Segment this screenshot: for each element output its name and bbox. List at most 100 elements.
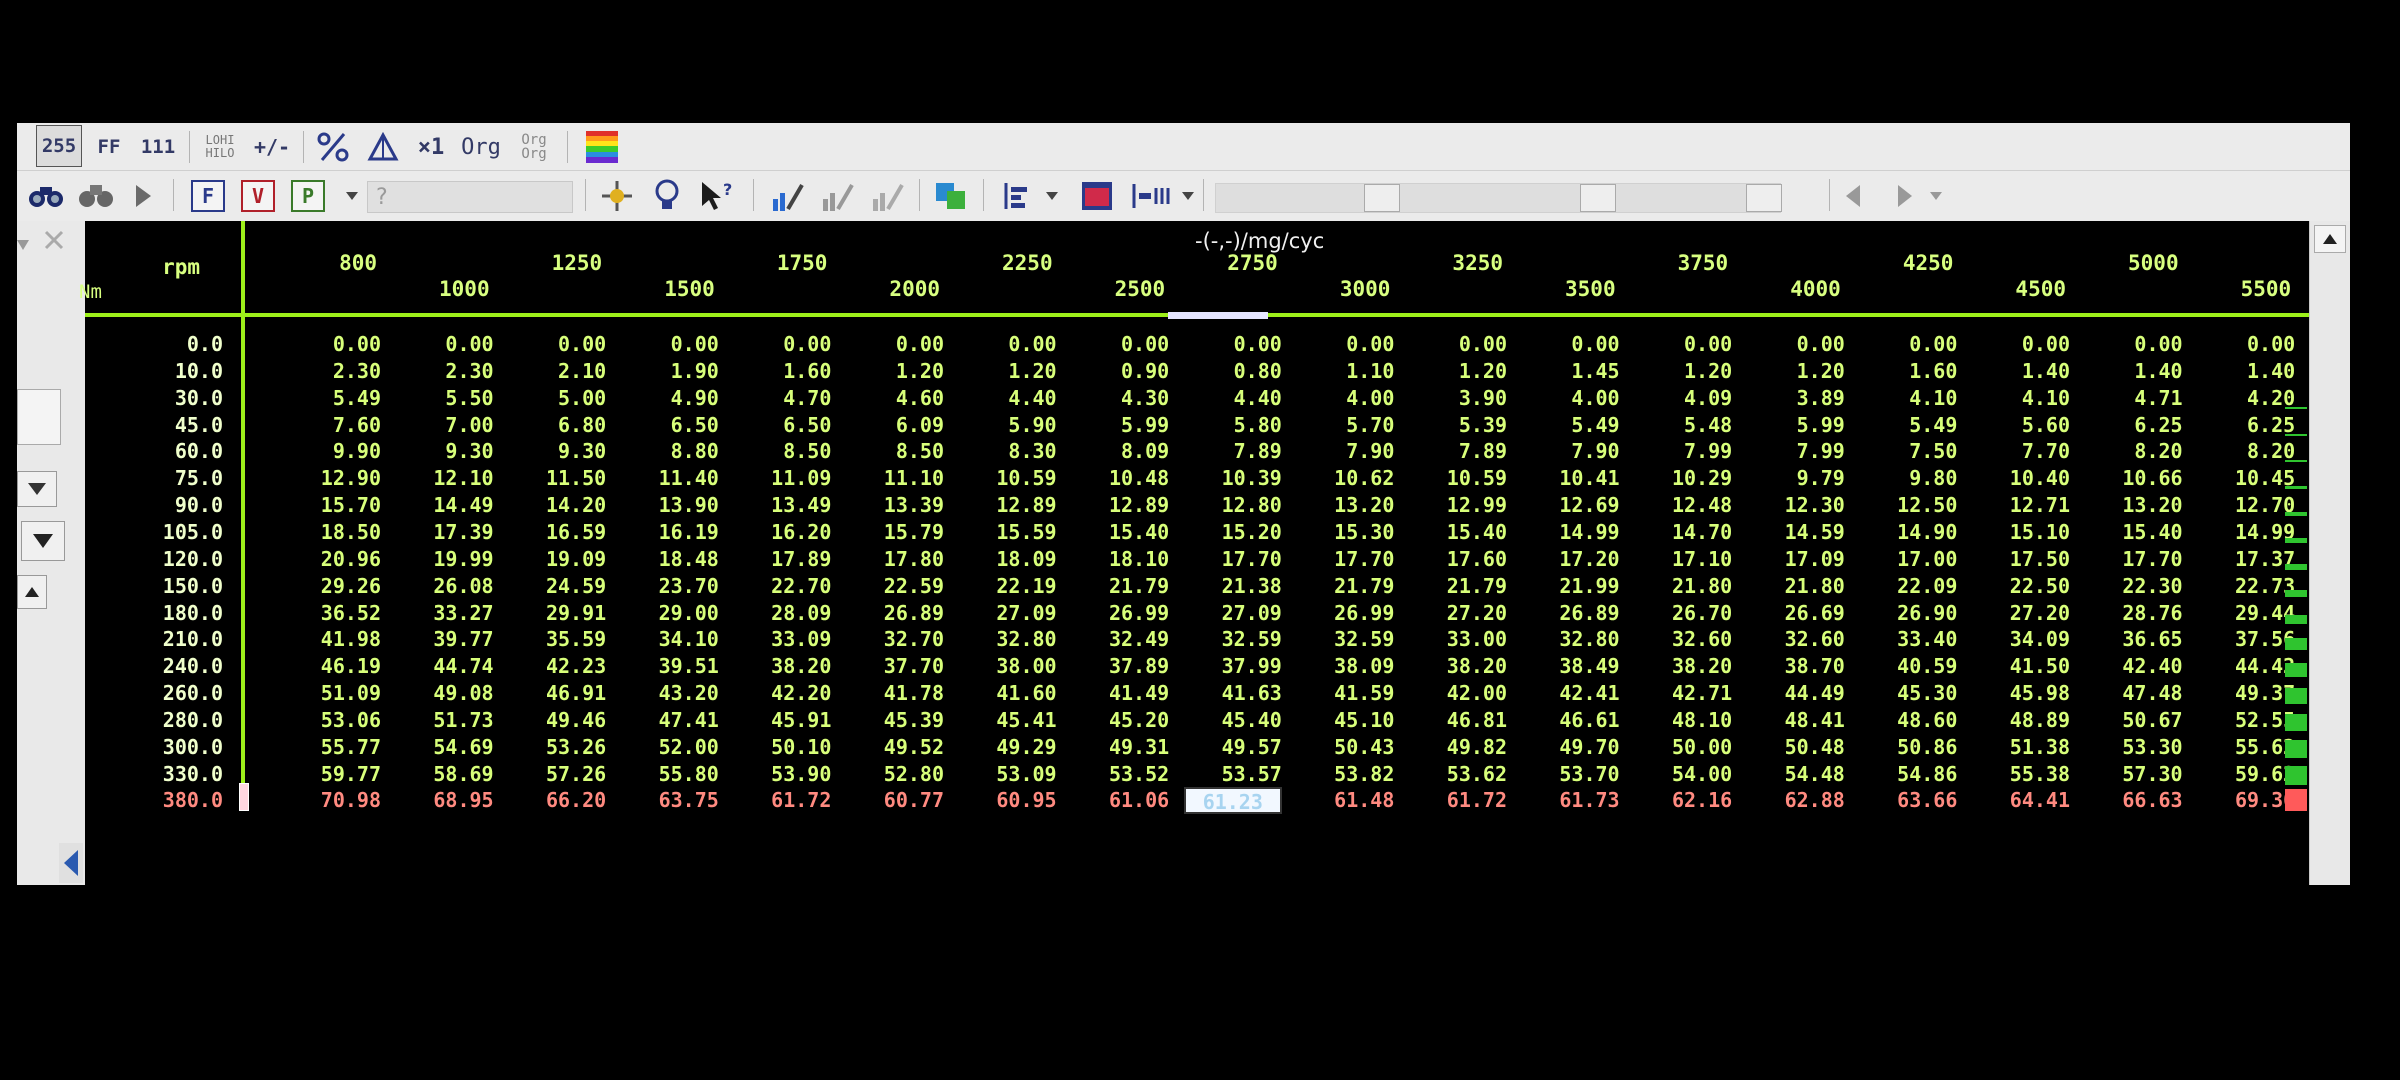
map-cell[interactable]: 22.19 xyxy=(959,573,1056,600)
map-cell[interactable]: 45.10 xyxy=(1296,707,1394,734)
map-cell[interactable]: 29.00 xyxy=(621,600,719,627)
map-cell[interactable]: 12.89 xyxy=(1071,492,1169,519)
map-cell[interactable]: 4.90 xyxy=(621,385,719,412)
map-cell[interactable]: 0.90 xyxy=(1071,358,1169,385)
map-cell[interactable]: 2.30 xyxy=(396,358,493,385)
map-cell[interactable]: 10.45 xyxy=(2197,465,2295,492)
map-cell[interactable]: 52.80 xyxy=(846,761,944,788)
map-cell[interactable]: 37.89 xyxy=(1071,653,1169,680)
map-cell[interactable]: 16.59 xyxy=(508,519,606,546)
map-cell[interactable]: 32.80 xyxy=(959,626,1056,653)
map-cell[interactable]: 22.09 xyxy=(1859,573,1957,600)
map-cell[interactable]: 32.80 xyxy=(1522,626,1619,653)
map-cell[interactable]: 6.25 xyxy=(2085,412,2182,439)
map-cell[interactable]: 4.70 xyxy=(733,385,831,412)
map-cell[interactable]: 26.89 xyxy=(846,600,944,627)
hex-255-button[interactable]: 255 xyxy=(36,125,82,167)
map-cell[interactable]: 50.43 xyxy=(1296,734,1394,761)
map-cell[interactable]: 21.80 xyxy=(1747,573,1845,600)
map-cell[interactable]: 19.99 xyxy=(396,546,493,573)
panel-input-box[interactable] xyxy=(17,389,61,445)
map-cell[interactable]: 51.73 xyxy=(396,707,493,734)
map-cell[interactable]: 59.62 xyxy=(2197,761,2295,788)
map-cell[interactable]: 4.40 xyxy=(959,385,1056,412)
chevron-down-icon[interactable] xyxy=(1043,185,1061,207)
close-icon[interactable] xyxy=(41,227,67,253)
map-cell[interactable]: 10.62 xyxy=(1296,465,1394,492)
range-slider-track[interactable] xyxy=(1215,183,1782,213)
map-cell[interactable]: 38.20 xyxy=(1409,653,1507,680)
map-cell[interactable]: 17.50 xyxy=(1972,546,2070,573)
map-cell[interactable]: 54.69 xyxy=(396,734,493,761)
map-cell[interactable]: 26.99 xyxy=(1071,600,1169,627)
map-cell[interactable]: 32.49 xyxy=(1071,626,1169,653)
map-cell[interactable]: 10.59 xyxy=(959,465,1056,492)
map-cell[interactable]: 8.30 xyxy=(959,438,1056,465)
map-cell[interactable]: 10.66 xyxy=(2085,465,2182,492)
map-cell[interactable]: 41.60 xyxy=(959,680,1056,707)
map-cell[interactable]: 53.62 xyxy=(1409,761,1507,788)
map-cell[interactable]: 21.79 xyxy=(1071,573,1169,600)
map-cell[interactable]: 5.60 xyxy=(1972,412,2070,439)
map-cell[interactable]: 14.90 xyxy=(1859,519,1957,546)
map-cell[interactable]: 9.30 xyxy=(396,438,493,465)
map-cell[interactable]: 3.89 xyxy=(1747,385,1845,412)
color-palette-icon[interactable] xyxy=(583,129,621,165)
map-cell[interactable]: 5.99 xyxy=(1747,412,1845,439)
map-cell[interactable]: 1.20 xyxy=(1409,358,1507,385)
map-cell[interactable]: 48.60 xyxy=(1859,707,1957,734)
map-cell[interactable]: 0.00 xyxy=(508,331,606,358)
formula-input[interactable]: ? xyxy=(367,181,573,213)
collapse-arrow-icon[interactable] xyxy=(17,235,29,250)
map-cell[interactable]: 61.72 xyxy=(1409,787,1507,814)
map-cell[interactable]: 63.75 xyxy=(621,787,719,814)
map-cell[interactable]: 6.25 xyxy=(2197,412,2295,439)
map-cell[interactable]: 41.78 xyxy=(846,680,944,707)
map-cell[interactable]: 22.30 xyxy=(2085,573,2182,600)
map-cell[interactable]: 15.40 xyxy=(1071,519,1169,546)
map-cell[interactable]: 55.38 xyxy=(1972,761,2070,788)
map-cell[interactable]: 24.59 xyxy=(508,573,606,600)
map-cell[interactable]: 41.59 xyxy=(1296,680,1394,707)
map-cell[interactable]: 23.70 xyxy=(621,573,719,600)
map-cell[interactable]: 53.09 xyxy=(959,761,1056,788)
map-cell[interactable]: 4.09 xyxy=(1634,385,1732,412)
map-cell[interactable]: 53.57 xyxy=(1184,761,1282,788)
org-button[interactable]: Org xyxy=(457,127,505,167)
map-cell[interactable]: 66.20 xyxy=(508,787,606,814)
map-cell[interactable]: 1.40 xyxy=(2197,358,2295,385)
map-cell[interactable]: 18.50 xyxy=(283,519,381,546)
map-cell[interactable]: 49.52 xyxy=(846,734,944,761)
map-cell[interactable]: 57.26 xyxy=(508,761,606,788)
map-cell[interactable]: 0.00 xyxy=(733,331,831,358)
map-cell[interactable]: 10.40 xyxy=(1972,465,2070,492)
map-cell[interactable]: 17.10 xyxy=(1634,546,1732,573)
column-layout-icon[interactable] xyxy=(1127,176,1177,216)
map-cell[interactable]: 18.10 xyxy=(1071,546,1169,573)
map-cell[interactable]: 38.49 xyxy=(1522,653,1619,680)
map-cell[interactable]: 50.48 xyxy=(1747,734,1845,761)
function-f-button[interactable]: F xyxy=(191,180,225,212)
map-cell[interactable]: 5.50 xyxy=(396,385,493,412)
map-cell[interactable]: 10.29 xyxy=(1634,465,1732,492)
map-cell[interactable]: 1.20 xyxy=(959,358,1056,385)
map-cell[interactable]: 53.52 xyxy=(1071,761,1169,788)
edit-tool-icon[interactable] xyxy=(765,176,809,216)
map-cell[interactable]: 42.40 xyxy=(2085,653,2182,680)
next-arrow-icon[interactable] xyxy=(1887,176,1923,216)
map-cell[interactable]: 14.70 xyxy=(1634,519,1732,546)
map-cell[interactable]: 51.38 xyxy=(1972,734,2070,761)
map-cell[interactable]: 17.37 xyxy=(2197,546,2295,573)
map-cell[interactable]: 4.00 xyxy=(1522,385,1619,412)
map-cell[interactable]: 7.90 xyxy=(1296,438,1394,465)
map-cell[interactable]: 15.79 xyxy=(846,519,944,546)
map-cell[interactable]: 27.09 xyxy=(959,600,1056,627)
map-cell[interactable]: 63.66 xyxy=(1859,787,1957,814)
map-cell[interactable]: 8.09 xyxy=(1071,438,1169,465)
map-cell[interactable]: 38.20 xyxy=(733,653,831,680)
map-cell[interactable]: 45.98 xyxy=(1972,680,2070,707)
map-cell[interactable]: 7.99 xyxy=(1747,438,1845,465)
map-cell[interactable]: 21.38 xyxy=(1184,573,1282,600)
map-cell[interactable]: 22.70 xyxy=(733,573,831,600)
map-cell[interactable]: 0.00 xyxy=(396,331,493,358)
